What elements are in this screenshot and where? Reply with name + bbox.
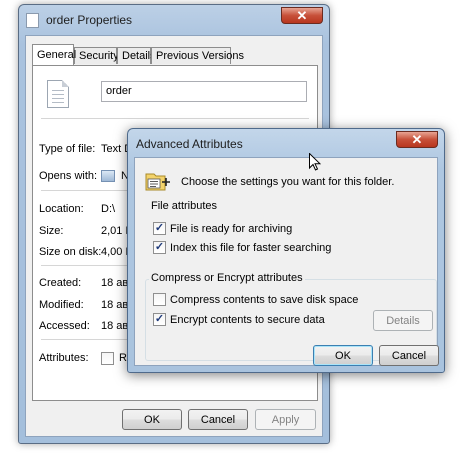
index-label: Index this file for faster searching [170, 242, 332, 254]
dialog-ok-button[interactable]: OK [313, 345, 373, 366]
separator [41, 118, 309, 119]
location-label: Location: [39, 203, 84, 215]
details-button[interactable]: Details [373, 310, 433, 331]
folder-attributes-icon [145, 173, 170, 191]
size-label: Size: [39, 225, 64, 237]
document-icon [26, 13, 39, 28]
compress-label: Compress contents to save disk space [170, 294, 359, 306]
tab-previous-versions[interactable]: Previous Versions [151, 47, 244, 64]
encrypt-label: Encrypt contents to secure data [170, 314, 325, 326]
text-file-icon [47, 80, 69, 108]
close-icon: ✕ [296, 8, 308, 23]
archive-label: File is ready for archiving [170, 223, 293, 235]
size-on-disk-label: Size on disk: [39, 246, 102, 258]
properties-apply-button[interactable]: Apply [255, 409, 316, 430]
modified-label: Modified: [39, 299, 84, 311]
dialog-title: Advanced Attributes [136, 137, 243, 151]
tab-general[interactable]: General [32, 44, 76, 65]
attributes-label: Attributes: [39, 352, 89, 364]
properties-title: order Properties [46, 13, 133, 27]
dialog-cancel-button[interactable]: Cancel [379, 345, 439, 366]
location-value: D:\ [101, 203, 116, 215]
properties-titlebar[interactable]: order Properties ✕ [19, 5, 329, 35]
dialog-close-button[interactable]: ✕ [396, 131, 438, 148]
type-of-file-label: Type of file: [39, 143, 96, 155]
tab-security[interactable]: Security [74, 47, 119, 64]
archive-checkbox[interactable]: ✓ [153, 222, 166, 235]
accessed-label: Accessed: [39, 320, 90, 332]
compress-checkbox[interactable] [153, 293, 166, 306]
encrypt-checkbox[interactable]: ✓ [153, 313, 166, 326]
created-label: Created: [39, 277, 82, 289]
opens-with-label: Opens with: [39, 170, 98, 182]
index-checkbox[interactable]: ✓ [153, 241, 166, 254]
readonly-checkbox[interactable] [101, 352, 114, 365]
advanced-attributes-dialog: Advanced Attributes ✕ Choose the setting… [127, 128, 445, 373]
close-icon: ✕ [411, 132, 423, 147]
compress-encrypt-group-label: Compress or Encrypt attributes [149, 272, 305, 284]
properties-cancel-button[interactable]: Cancel [188, 409, 248, 430]
tab-details[interactable]: Details [117, 47, 156, 64]
dialog-instruction: Choose the settings you want for this fo… [181, 176, 395, 188]
properties-ok-button[interactable]: OK [122, 409, 182, 430]
properties-close-button[interactable]: ✕ [281, 7, 323, 24]
file-name-input[interactable]: order [101, 81, 307, 102]
mouse-cursor-icon [309, 153, 321, 171]
dialog-client: Choose the settings you want for this fo… [134, 157, 439, 366]
notepad-icon [101, 170, 115, 182]
